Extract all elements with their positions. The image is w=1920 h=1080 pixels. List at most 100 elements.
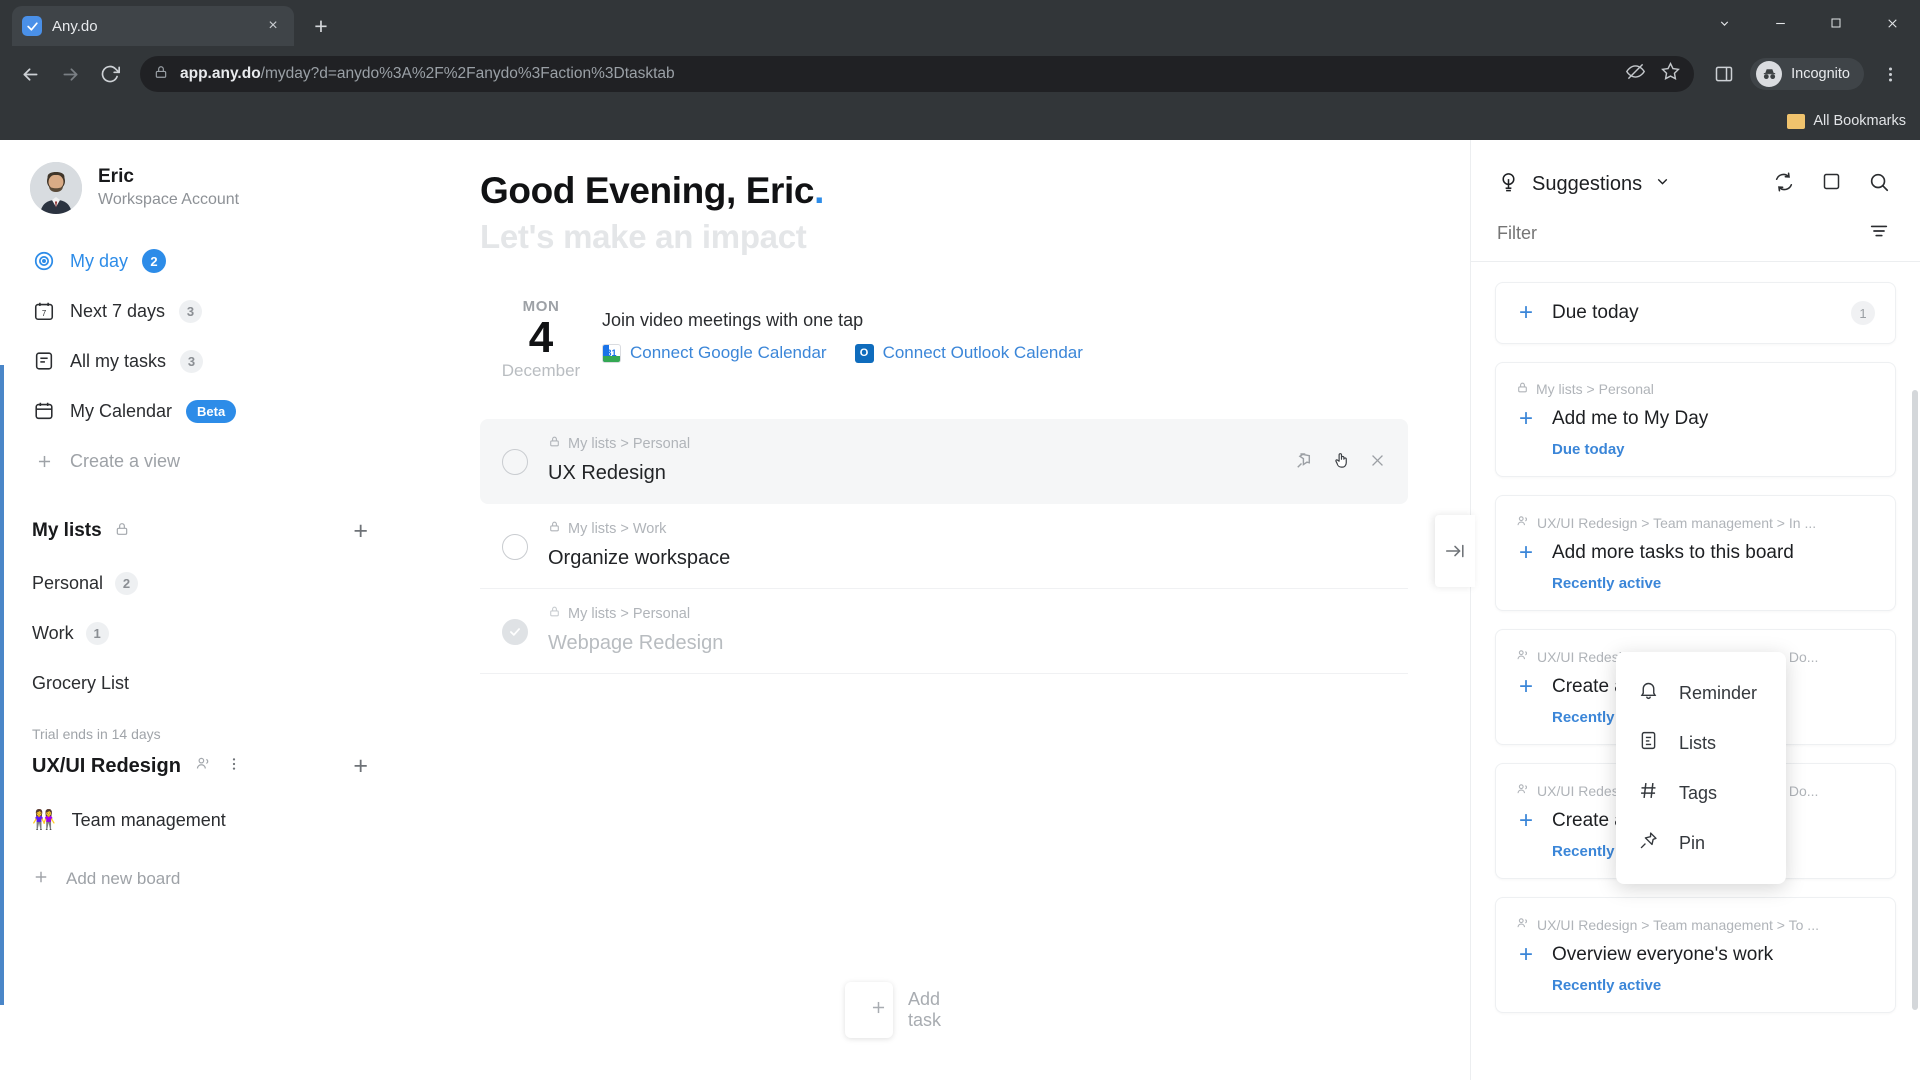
window-minimize-button[interactable]: [1752, 0, 1808, 46]
add-new-board-button[interactable]: Add new board: [0, 854, 400, 904]
task-checkbox[interactable]: [502, 449, 528, 476]
create-view-button[interactable]: Create a view: [18, 436, 382, 486]
suggestion-breadcrumb: UX/UI Redesign > Team management > To ..…: [1516, 916, 1875, 933]
suggestion-title: Add more tasks to this board: [1552, 542, 1794, 563]
browser-tab[interactable]: Any.do ×: [12, 6, 294, 46]
list-count: 2: [115, 571, 139, 595]
plus-icon[interactable]: +: [1516, 301, 1536, 325]
sidebar-item-all-my-tasks[interactable]: All my tasks 3: [18, 336, 382, 386]
incognito-profile-button[interactable]: Incognito: [1750, 58, 1864, 90]
task-actions: [1294, 449, 1386, 477]
list-doc-icon: [1638, 730, 1659, 756]
incognito-icon: [1756, 61, 1783, 87]
board-more-icon[interactable]: [226, 756, 242, 777]
add-suggestion-button[interactable]: +: [1516, 541, 1536, 565]
collapse-panel-button[interactable]: [1435, 515, 1475, 587]
suggestion-card[interactable]: My lists > Personal + Add me to My Day D…: [1495, 362, 1896, 477]
my-lists-title: My lists: [32, 520, 102, 541]
context-menu-item-lists[interactable]: Lists: [1616, 718, 1786, 768]
task-title[interactable]: UX Redesign: [548, 462, 1274, 485]
sync-icon[interactable]: [1773, 171, 1795, 198]
sidebar-board-team-management[interactable]: 👭 Team management: [0, 794, 400, 846]
sidebar-badge: 3: [179, 299, 203, 323]
suggestion-meta: Due today: [1552, 441, 1625, 458]
date-block: MON 4 December: [480, 298, 602, 381]
new-tab-button[interactable]: +: [304, 9, 338, 43]
suggestion-card[interactable]: UX/UI Redesign > Team management > To ..…: [1495, 897, 1896, 1013]
select-mode-icon[interactable]: [1821, 171, 1842, 197]
avatar[interactable]: [30, 162, 82, 214]
task-title[interactable]: Webpage Redesign: [548, 632, 1386, 655]
search-icon[interactable]: [1868, 171, 1890, 198]
sidebar-item-label: All my tasks: [70, 350, 167, 371]
filter-icon[interactable]: [1868, 220, 1890, 247]
close-icon[interactable]: [1369, 452, 1386, 474]
sidebar-item-my-day[interactable]: My day 2: [18, 236, 382, 286]
all-bookmarks-label[interactable]: All Bookmarks: [1813, 113, 1906, 129]
connect-outlook-calendar-link[interactable]: O Connect Outlook Calendar: [854, 343, 1083, 363]
bookmark-star-icon[interactable]: [1661, 61, 1681, 86]
more-options-cursor-icon[interactable]: [1332, 449, 1351, 477]
lock-icon: [548, 605, 561, 622]
add-suggestion-button[interactable]: +: [1516, 407, 1536, 431]
window-maximize-button[interactable]: [1808, 0, 1864, 46]
task-row[interactable]: My lists > Personal UX Redesign: [480, 419, 1408, 505]
suggestion-card[interactable]: UX/UI Redesign > Team management > In ..…: [1495, 495, 1896, 611]
side-panel-button[interactable]: [1706, 56, 1742, 92]
chevron-down-icon[interactable]: [1654, 173, 1671, 195]
forward-button[interactable]: [52, 56, 88, 92]
add-suggestion-button[interactable]: +: [1516, 809, 1536, 833]
suggestion-breadcrumb: UX/UI Redesign > Team management > In ..…: [1516, 514, 1875, 531]
task-row[interactable]: My lists > Personal Webpage Redesign: [480, 589, 1408, 675]
pin-icon[interactable]: [1294, 451, 1314, 476]
due-today-card[interactable]: + Due today 1: [1495, 282, 1896, 344]
sidebar: Eric Workspace Account My day 2 7 Next 7: [0, 140, 400, 1080]
window-chevron-icon[interactable]: [1696, 0, 1752, 46]
context-menu-item-tags[interactable]: Tags: [1616, 768, 1786, 818]
svg-text:7: 7: [42, 309, 46, 318]
task-checkbox[interactable]: [502, 619, 528, 646]
suggestion-meta: Recently active: [1552, 977, 1662, 994]
tab-strip: Any.do × +: [0, 0, 1920, 46]
lock-icon: [548, 435, 561, 452]
sidebar-list-work[interactable]: Work 1: [0, 608, 400, 658]
task-row[interactable]: My lists > Work Organize workspace: [480, 504, 1408, 590]
context-menu-label: Pin: [1679, 832, 1706, 853]
back-button[interactable]: [12, 56, 48, 92]
list-icon: [32, 349, 56, 373]
profile-block[interactable]: Eric Workspace Account: [0, 162, 400, 236]
filter-input[interactable]: [1497, 223, 1868, 244]
people-icon[interactable]: [195, 755, 212, 777]
task-title[interactable]: Organize workspace: [548, 547, 1386, 570]
window-close-button[interactable]: [1864, 0, 1920, 46]
add-task-input[interactable]: Add task: [845, 982, 941, 1038]
suggestions-panel: Suggestions Filter + Due today 1 My list…: [1435, 140, 1920, 1080]
sidebar-list-personal[interactable]: Personal 2: [0, 558, 400, 608]
add-suggestion-button[interactable]: +: [1516, 675, 1536, 699]
tracking-protection-icon[interactable]: [1626, 62, 1646, 86]
address-bar[interactable]: app.any.do/myday?d=anydo%3A%2F%2Fanydo%3…: [140, 56, 1695, 92]
sidebar-item-my-calendar[interactable]: My Calendar Beta: [18, 386, 382, 436]
task-breadcrumb-text: My lists > Personal: [568, 435, 691, 452]
chrome-menu-button[interactable]: [1872, 56, 1908, 92]
profile-name: Eric: [98, 166, 134, 188]
add-to-board-group-button[interactable]: +: [353, 753, 368, 779]
bell-icon: [1638, 680, 1659, 706]
add-task-placeholder: Add task: [908, 989, 942, 1030]
active-section-indicator: [0, 365, 4, 1005]
connect-google-calendar-link[interactable]: 31 Connect Google Calendar: [602, 343, 827, 363]
tab-close-icon[interactable]: ×: [262, 15, 284, 37]
plus-icon: [869, 998, 888, 1022]
suggestion-title: Add me to My Day: [1552, 408, 1709, 429]
context-menu-item-pin[interactable]: Pin: [1616, 818, 1786, 868]
sidebar-item-next-7-days[interactable]: 7 Next 7 days 3: [18, 286, 382, 336]
create-view-label: Create a view: [70, 450, 181, 471]
context-menu-item-reminder[interactable]: Reminder: [1616, 668, 1786, 718]
sidebar-list-grocery-list[interactable]: Grocery List: [0, 658, 400, 708]
reload-button[interactable]: [92, 56, 128, 92]
add-suggestion-button[interactable]: +: [1516, 943, 1536, 967]
panel-scrollbar[interactable]: [1912, 390, 1918, 1010]
task-checkbox[interactable]: [502, 534, 528, 561]
people-icon: [1516, 514, 1530, 531]
add-list-button[interactable]: +: [353, 518, 368, 544]
